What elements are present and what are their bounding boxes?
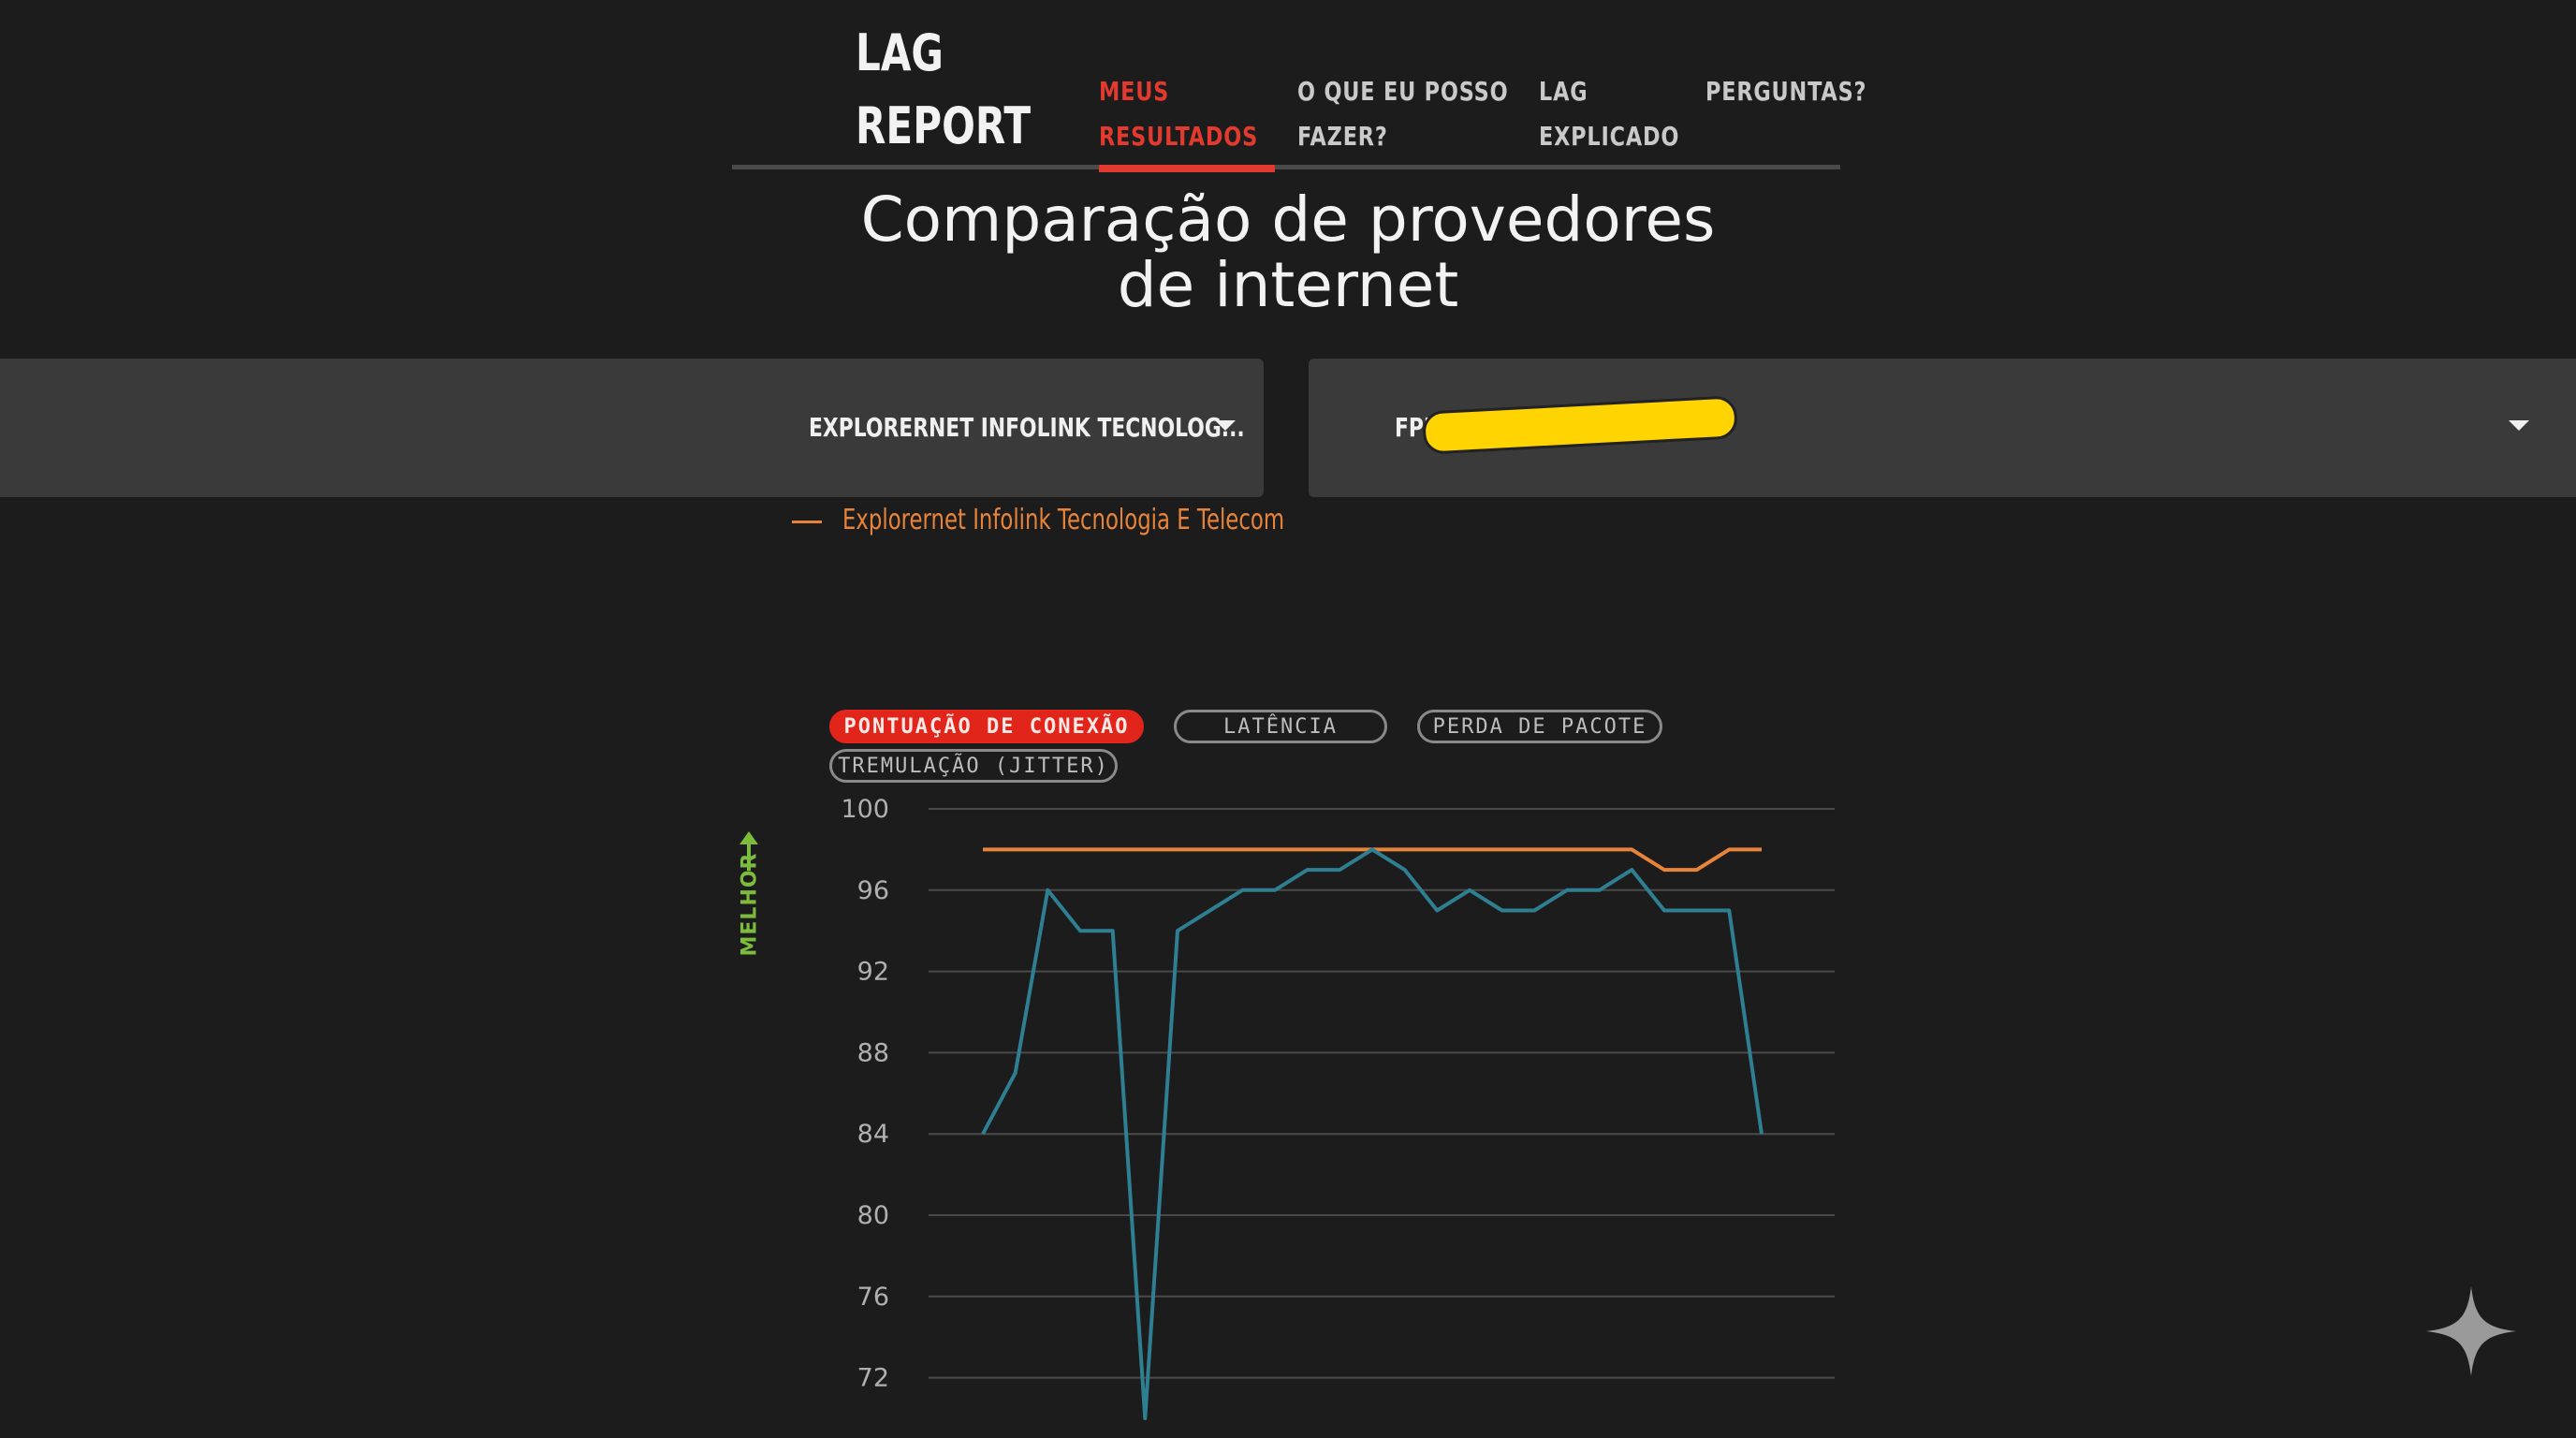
nav-label-line2: RESULTADOS (1099, 121, 1259, 152)
y-tick-label: 92 (857, 958, 889, 987)
tab-latencia[interactable]: LATÊNCIA (1174, 710, 1387, 743)
header: LAG REPORT MEUS RESULTADOS O QUE EU POSS… (732, 0, 1866, 172)
nav-active-indicator (1099, 165, 1275, 172)
nav-lag-explicado[interactable]: LAG EXPLICADO (1539, 69, 1679, 159)
nav-label-line1: LAG (1539, 76, 1588, 107)
nav-label-line1: PERGUNTAS? (1705, 76, 1867, 107)
y-tick-label: 72 (857, 1364, 889, 1393)
page-title-line2: de internet (1117, 249, 1459, 321)
y-tick-label: 76 (857, 1283, 889, 1312)
nav-label-line1: O QUE EU POSSO (1297, 76, 1509, 107)
sparkle-icon (2426, 1286, 2516, 1376)
better-indicator: MELHOR (736, 831, 764, 957)
y-tick-label: 88 (857, 1038, 889, 1067)
y-tick-label: 80 (857, 1201, 889, 1230)
nav-label-line1: MEUS (1099, 76, 1170, 107)
page-title-line1: Comparação de provedores (860, 183, 1716, 256)
tab-perda-de-pacote[interactable]: PERDA DE PACOTE (1417, 710, 1662, 743)
redaction-mark (1422, 395, 1738, 455)
better-label: MELHOR (738, 852, 762, 957)
provider-select-left-value: EXPLORERNET INFOLINK TECNOLOG... (809, 412, 1245, 443)
y-tick-label: 84 (857, 1120, 889, 1149)
page-title: Comparação de provedores de internet (820, 187, 1756, 318)
nav-label-line2: FAZER? (1297, 121, 1388, 152)
provider-select-left[interactable]: EXPLORERNET INFOLINK TECNOLOG... (0, 359, 1264, 497)
legend-swatch-line (792, 521, 822, 523)
nav-label-line2: EXPLICADO (1539, 121, 1680, 152)
nav-perguntas[interactable]: PERGUNTAS? (1705, 69, 1866, 114)
page: LAG REPORT MEUS RESULTADOS O QUE EU POSS… (0, 0, 2576, 1438)
provider-select-right[interactable]: FPIN (1309, 359, 2576, 497)
logo-line1: LAG (856, 23, 944, 82)
legend-label: Explorernet Infolink Tecnologia E Teleco… (842, 504, 1285, 536)
nav-divider (732, 165, 1840, 169)
tab-pontuacao-de-conexao[interactable]: PONTUAÇÃO DE CONEXÃO (829, 710, 1144, 743)
nav-o-que-eu-posso-fazer[interactable]: O QUE EU POSSO FAZER? (1297, 69, 1508, 159)
chevron-down-icon (1215, 420, 1236, 431)
tab-tremulacao-jitter[interactable]: TREMULAÇÃO (JITTER) (829, 749, 1118, 783)
chevron-down-icon (2509, 420, 2529, 431)
y-tick-label: 100 (841, 795, 889, 824)
series-line-0 (983, 847, 1762, 873)
logo-line2: REPORT (856, 96, 1032, 155)
connection-score-chart: 100 96 92 88 84 80 76 72 (841, 795, 1835, 1420)
logo[interactable]: LAG REPORT (856, 17, 1031, 163)
y-tick-label: 96 (857, 876, 889, 905)
nav-meus-resultados[interactable]: MEUS RESULTADOS (1099, 69, 1258, 159)
